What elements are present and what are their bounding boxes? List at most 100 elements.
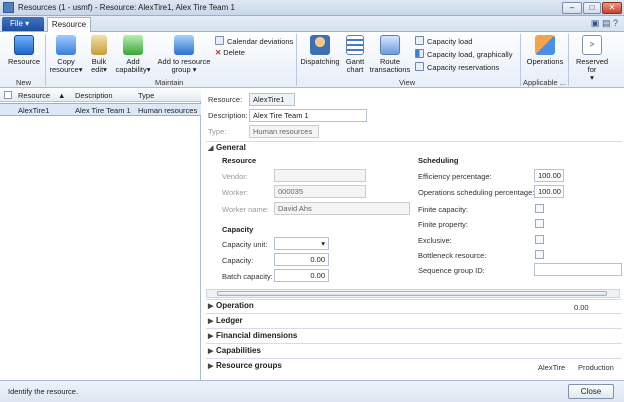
- expand-icon: ▶: [208, 363, 214, 370]
- capacity-label: Capacity:: [222, 256, 254, 265]
- finite-capacity-checkbox[interactable]: [535, 204, 544, 213]
- detail-pane: Resource: AlexTire1 Description: Alex Ti…: [202, 89, 624, 380]
- capacity-field[interactable]: 0.00: [274, 253, 329, 266]
- capacity-reservations-button[interactable]: Capacity reservations: [415, 62, 499, 72]
- capacity-unit-label: Capacity unit:: [222, 240, 268, 249]
- resource-field[interactable]: AlexTire1: [249, 93, 295, 106]
- minimize-button[interactable]: –: [562, 2, 582, 14]
- section-divider: [206, 313, 622, 314]
- section-resource-groups[interactable]: ▶ Resource groups: [208, 361, 282, 370]
- calendar-deviations-button[interactable]: Calendar deviations: [215, 36, 293, 46]
- table-row[interactable]: AlexTire1 Alex Tire Team 1 Human resourc…: [0, 103, 201, 116]
- group-label-maintain: Maintain: [155, 78, 184, 87]
- type-field: Human resources: [249, 125, 319, 138]
- dropdown-arrow-icon: ▾: [321, 239, 325, 248]
- collapse-icon: ◢: [208, 145, 214, 152]
- worker-name-label: Worker name:: [222, 205, 269, 214]
- section-divider: [206, 328, 622, 329]
- efficiency-percentage-field[interactable]: 100.00: [534, 169, 564, 182]
- horizontal-scrollbar[interactable]: [206, 289, 620, 298]
- file-tab[interactable]: File ▾: [2, 17, 44, 31]
- ribbon-separator: [520, 34, 521, 86]
- ribbon-separator: [568, 34, 569, 86]
- capacity-section-title: Capacity: [222, 225, 254, 234]
- route-icon: [380, 35, 400, 55]
- section-divider: [206, 141, 622, 142]
- description-field[interactable]: Alex Tire Team 1: [249, 109, 367, 122]
- resource-groups-summary-group: AlexTire: [538, 363, 566, 372]
- vendor-field: [274, 169, 366, 182]
- column-header-resource[interactable]: Resource: [18, 91, 50, 100]
- scrollbar-thumb[interactable]: [217, 291, 607, 296]
- status-bar: Identify the resource. Close: [0, 380, 624, 402]
- help-icon[interactable]: ▣: [591, 18, 600, 28]
- close-window-button[interactable]: ✕: [602, 2, 622, 14]
- section-general[interactable]: ◢ General: [208, 143, 246, 152]
- sequence-group-field[interactable]: [534, 263, 622, 276]
- reserved-for-button[interactable]: > Reserved for ▾: [572, 35, 612, 82]
- resource-groups-summary-type: Production: [578, 363, 614, 372]
- section-ledger[interactable]: ▶ Ledger: [208, 316, 243, 325]
- copy-icon: [56, 35, 76, 55]
- cell-type: Human resources: [138, 106, 198, 115]
- worker-field: 000035: [274, 185, 366, 198]
- capacity-load-graphically-button[interactable]: Capacity load, graphically: [415, 49, 512, 59]
- resource-list-pane: Resource ▲ Description Type AlexTire1 Al…: [0, 89, 201, 380]
- operations-icon: [535, 35, 555, 55]
- sort-arrow-icon: ▲: [58, 91, 66, 100]
- grid-header: Resource ▲ Description Type: [0, 89, 201, 102]
- expand-icon: ▶: [208, 333, 214, 340]
- grid-icon: [415, 36, 424, 45]
- delete-button[interactable]: ✕ Delete: [215, 48, 245, 57]
- gantt-chart-button[interactable]: Gantt chart: [343, 35, 367, 74]
- tab-resource[interactable]: Resource: [47, 17, 91, 32]
- question-icon[interactable]: ?: [613, 18, 618, 28]
- ribbon-tab-row: File ▾ Resource ▣ ▤ ?: [0, 16, 624, 32]
- copy-resource-button[interactable]: Copy resource▾: [48, 35, 84, 74]
- layout-icon[interactable]: ▤: [602, 18, 611, 28]
- route-transactions-button[interactable]: Route transactions: [369, 35, 411, 74]
- select-all-checkbox[interactable]: [4, 91, 12, 99]
- resource-label: Resource:: [208, 95, 243, 104]
- chart-icon: [415, 49, 424, 58]
- add-to-resource-group-button[interactable]: Add to resource group ▾: [155, 35, 213, 74]
- dispatching-button[interactable]: Dispatching: [299, 35, 341, 66]
- batch-capacity-field[interactable]: 0.00: [274, 269, 329, 282]
- cell-description: Alex Tire Team 1: [75, 106, 131, 115]
- finite-property-checkbox[interactable]: [535, 219, 544, 228]
- exclusive-checkbox[interactable]: [535, 235, 544, 244]
- group-add-icon: [174, 35, 194, 55]
- resource-section-title: Resource: [222, 156, 257, 165]
- section-financial-dimensions[interactable]: ▶ Financial dimensions: [208, 331, 297, 340]
- batch-capacity-label: Batch capacity:: [222, 272, 273, 281]
- bottleneck-resource-checkbox[interactable]: [535, 250, 544, 259]
- bottleneck-resource-label: Bottleneck resource:: [418, 251, 487, 260]
- cube-icon: [14, 35, 34, 55]
- section-capabilities[interactable]: ▶ Capabilities: [208, 346, 261, 355]
- bulk-edit-button[interactable]: Bulk edit▾: [86, 35, 112, 74]
- section-operation[interactable]: ▶ Operation: [208, 301, 254, 310]
- capacity-unit-select[interactable]: ▾: [274, 237, 329, 250]
- new-resource-button[interactable]: Resource: [4, 35, 44, 66]
- group-label-applicable: Applicable ...: [523, 78, 566, 87]
- ops-scheduling-percentage-field[interactable]: 100.00: [534, 185, 564, 198]
- worker-name-field: David Ahs: [274, 202, 410, 215]
- close-button[interactable]: Close: [568, 384, 614, 399]
- operations-button[interactable]: Operations: [524, 35, 566, 66]
- window-title: Resources (1 - usmf) - Resource: AlexTir…: [18, 3, 235, 12]
- app-icon: [3, 2, 14, 13]
- description-label: Description:: [208, 111, 248, 120]
- vendor-label: Vendor:: [222, 172, 248, 181]
- expand-icon: ▶: [208, 318, 214, 325]
- finite-property-label: Finite property:: [418, 220, 469, 229]
- column-header-type[interactable]: Type: [138, 91, 154, 100]
- column-header-description[interactable]: Description: [75, 91, 113, 100]
- title-bar: Resources (1 - usmf) - Resource: AlexTir…: [0, 0, 624, 16]
- capacity-load-button[interactable]: Capacity load: [415, 36, 472, 46]
- add-capability-button[interactable]: Add capability▾: [113, 35, 153, 74]
- maximize-button[interactable]: □: [583, 2, 601, 14]
- window-tools: ▣ ▤ ?: [591, 18, 618, 29]
- type-label: Type:: [208, 127, 227, 136]
- delete-icon: ✕: [215, 48, 222, 57]
- ribbon-separator: [45, 34, 46, 86]
